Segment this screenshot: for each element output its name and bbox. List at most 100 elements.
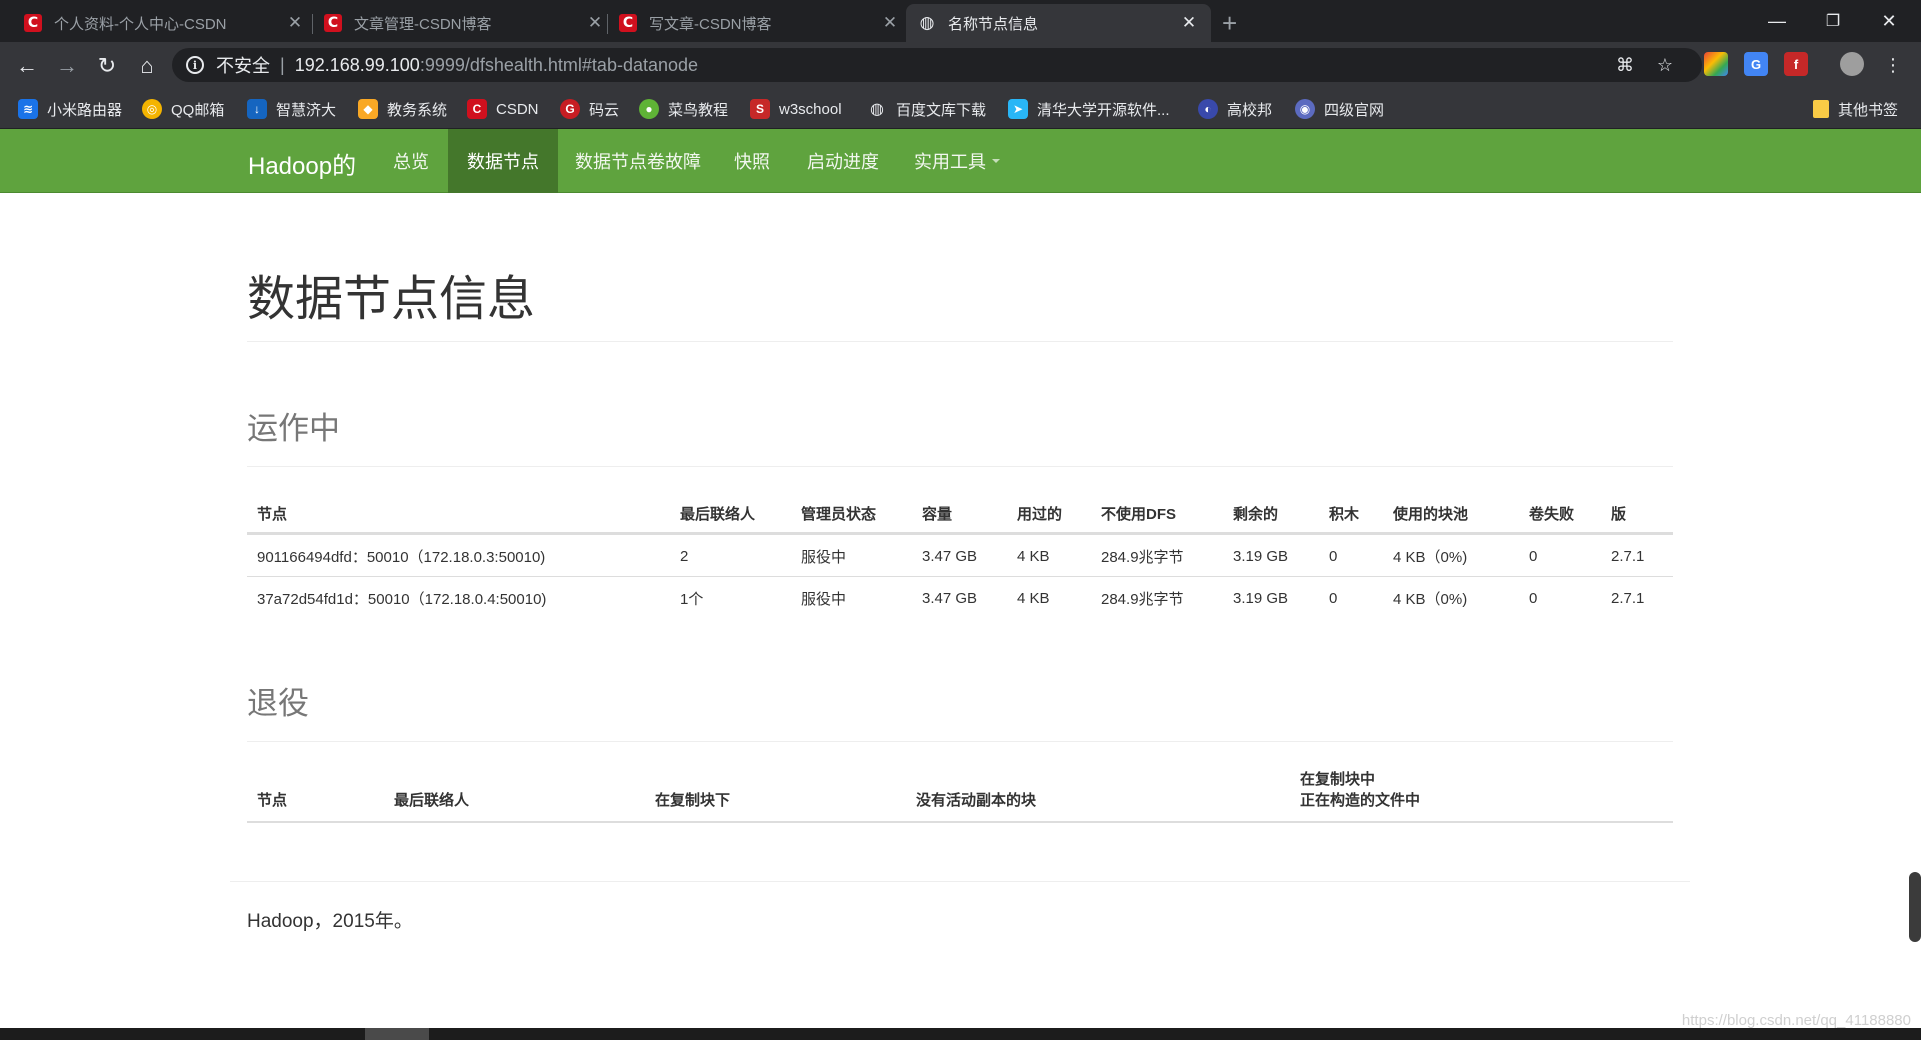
bookmark-item[interactable]: ◍ 百度文库下载 xyxy=(867,97,986,121)
bookmark-item[interactable]: ≋ 小米路由器 xyxy=(18,97,122,121)
block-pool-used-cell: 4 KB（0%) xyxy=(1393,548,1468,566)
nav-startup-progress[interactable]: 启动进度 xyxy=(788,129,898,193)
nav-utilities-dropdown[interactable]: 实用工具 xyxy=(895,129,1019,193)
close-tab-icon[interactable]: ✕ xyxy=(285,13,305,33)
browser-tab[interactable]: C 文章管理-CSDN博客 ✕ xyxy=(312,4,617,42)
flash-extension-icon[interactable]: f xyxy=(1784,52,1808,76)
column-header[interactable]: 剩余的 xyxy=(1233,492,1278,534)
bookmark-label: 教务系统 xyxy=(387,101,448,119)
bookmark-item[interactable]: Sw3school xyxy=(750,97,842,121)
column-header[interactable]: 使用的块池 xyxy=(1393,492,1468,534)
reload-icon[interactable]: ↻ xyxy=(90,49,124,83)
bookmark-item[interactable]: ◐ 高校邦 xyxy=(1198,97,1272,121)
bookmark-label: QQ邮箱 xyxy=(171,101,225,119)
csdn-icon: C xyxy=(24,14,42,32)
site-info-icon[interactable]: i xyxy=(186,56,204,74)
menu-kebab-icon[interactable]: ⋮ xyxy=(1880,52,1906,78)
table-header-row: 节点 最后联络人 在复制块下 没有活动副本的块 在复制块中 正在构造的文件中 xyxy=(247,761,1673,823)
column-header[interactable]: 版 xyxy=(1611,492,1626,534)
column-header[interactable]: 在复制块下 xyxy=(655,761,730,823)
browser-tab-active[interactable]: ◍ 名称节点信息 ✕ xyxy=(906,4,1211,42)
bookmark-item[interactable]: G 码云 xyxy=(560,97,619,121)
insecure-label: 不安全 xyxy=(216,56,270,76)
globe-icon: ◍ xyxy=(870,101,884,118)
column-header[interactable]: 在复制块中 正在构造的文件中 xyxy=(1300,761,1420,823)
profile-avatar[interactable] xyxy=(1840,52,1864,76)
forward-icon[interactable]: → xyxy=(50,49,84,83)
cet-icon: ◉ xyxy=(1295,99,1315,119)
table-row: 901166494dfd：50010（172.18.0.3:50010) 2 服… xyxy=(247,534,1673,576)
close-window-icon[interactable]: ✕ xyxy=(1861,0,1917,42)
home-icon[interactable]: ⌂ xyxy=(130,49,164,83)
download-icon: ↓ xyxy=(247,99,267,119)
column-header[interactable]: 不使用DFS xyxy=(1101,492,1176,534)
scrollbar-thumb[interactable] xyxy=(1909,872,1921,942)
nav-datanodes[interactable]: 数据节点 xyxy=(448,129,558,193)
taskbar-item[interactable] xyxy=(365,1028,429,1040)
address-path: :9999/dfshealth.html#tab-datanode xyxy=(419,54,699,75)
column-header[interactable]: 最后联络人 xyxy=(680,492,755,534)
column-header[interactable]: 没有活动副本的块 xyxy=(916,761,1036,823)
translate-icon[interactable]: ⌘ xyxy=(1612,52,1638,78)
back-icon[interactable]: ← xyxy=(10,49,44,83)
tab-title: 名称节点信息 xyxy=(948,15,1039,33)
block-pool-used-cell: 4 KB（0%) xyxy=(1393,590,1468,608)
close-tab-icon[interactable]: ✕ xyxy=(585,13,605,33)
hadoop-navbar: Hadoop的 总览 数据节点 数据节点卷故障 快照 启动进度 实用工具 xyxy=(0,129,1921,193)
decommissioning-table: 节点 最后联络人 在复制块下 没有活动副本的块 在复制块中 正在构造的文件中 xyxy=(247,761,1673,823)
browser-tab[interactable]: C 写文章-CSDN博客 ✕ xyxy=(607,4,912,42)
caret-down-icon xyxy=(992,159,1000,163)
browser-tab[interactable]: C 个人资料-个人中心-CSDN ✕ xyxy=(12,4,317,42)
bookmark-item[interactable]: ◎ QQ邮箱 xyxy=(142,97,224,121)
column-header-line: 在复制块中 xyxy=(1300,771,1376,788)
bookmark-item[interactable]: ◉ 四级官网 xyxy=(1295,97,1384,121)
nav-snapshot[interactable]: 快照 xyxy=(715,129,789,193)
blocks-cell: 0 xyxy=(1329,589,1338,607)
address-bar[interactable]: i 不安全 | 192.168.99.100 :9999/dfshealth.h… xyxy=(172,48,1702,82)
nav-overview[interactable]: 总览 xyxy=(374,129,448,193)
globe-icon: ◍ xyxy=(919,13,935,33)
bookmark-item[interactable]: ➤ 清华大学开源软件... xyxy=(1008,97,1170,121)
node-cell: 37a72d54fd1d：50010（172.18.0.4:50010) xyxy=(257,590,547,608)
last-contact-cell: 1个 xyxy=(680,590,704,608)
bookmark-label: 智慧济大 xyxy=(276,101,337,119)
non-dfs-used-cell: 284.9兆字节 xyxy=(1101,548,1184,566)
column-header[interactable]: 节点 xyxy=(257,761,287,823)
bookmark-label: 清华大学开源软件... xyxy=(1037,101,1170,119)
admin-state-cell: 服役中 xyxy=(801,590,847,608)
column-header[interactable]: 积木 xyxy=(1329,492,1359,534)
csdn-icon: C xyxy=(619,14,637,32)
restore-icon[interactable]: ❐ xyxy=(1805,0,1861,42)
column-header[interactable]: 管理员状态 xyxy=(801,492,876,534)
last-contact-cell: 2 xyxy=(680,547,689,565)
node-cell: 901166494dfd：50010（172.18.0.3:50010) xyxy=(257,548,546,566)
bookmark-item[interactable]: C CSDN xyxy=(467,97,539,121)
column-header[interactable]: 节点 xyxy=(257,492,287,534)
footer-divider xyxy=(230,881,1690,882)
column-header[interactable]: 用过的 xyxy=(1017,492,1062,534)
extension-icon[interactable] xyxy=(1704,52,1728,76)
bookmark-label: 菜鸟教程 xyxy=(668,101,729,119)
close-tab-icon[interactable]: ✕ xyxy=(1179,13,1199,33)
column-header[interactable]: 卷失败 xyxy=(1529,492,1574,534)
nav-label: 实用工具 xyxy=(914,152,986,172)
gaoxiaobang-icon: ◐ xyxy=(1198,99,1218,119)
close-tab-icon[interactable]: ✕ xyxy=(880,13,900,33)
bookmark-item[interactable]: ◆ 教务系统 xyxy=(358,97,447,121)
minimize-icon[interactable]: — xyxy=(1749,0,1805,42)
bookmark-label: 其他书签 xyxy=(1838,101,1899,119)
new-tab-button[interactable]: + xyxy=(1222,8,1237,39)
other-bookmarks[interactable]: 其他书签 xyxy=(1813,97,1898,121)
bookmark-item[interactable]: ● 菜鸟教程 xyxy=(639,97,728,121)
table-row: 37a72d54fd1d：50010（172.18.0.4:50010) 1个 … xyxy=(247,576,1673,618)
column-header[interactable]: 最后联络人 xyxy=(394,761,469,823)
bookmark-item[interactable]: ↓ 智慧济大 xyxy=(247,97,336,121)
runoob-icon: ● xyxy=(639,99,659,119)
navbar-brand[interactable]: Hadoop的 xyxy=(248,146,356,181)
google-translate-extension-icon[interactable]: G xyxy=(1744,52,1768,76)
bookmark-star-icon[interactable]: ☆ xyxy=(1652,52,1678,78)
admin-state-cell: 服役中 xyxy=(801,548,847,566)
column-header[interactable]: 容量 xyxy=(922,492,952,534)
section-heading-decommissioning: 退役 xyxy=(247,686,309,721)
nav-datanode-volume-failures[interactable]: 数据节点卷故障 xyxy=(556,129,720,193)
